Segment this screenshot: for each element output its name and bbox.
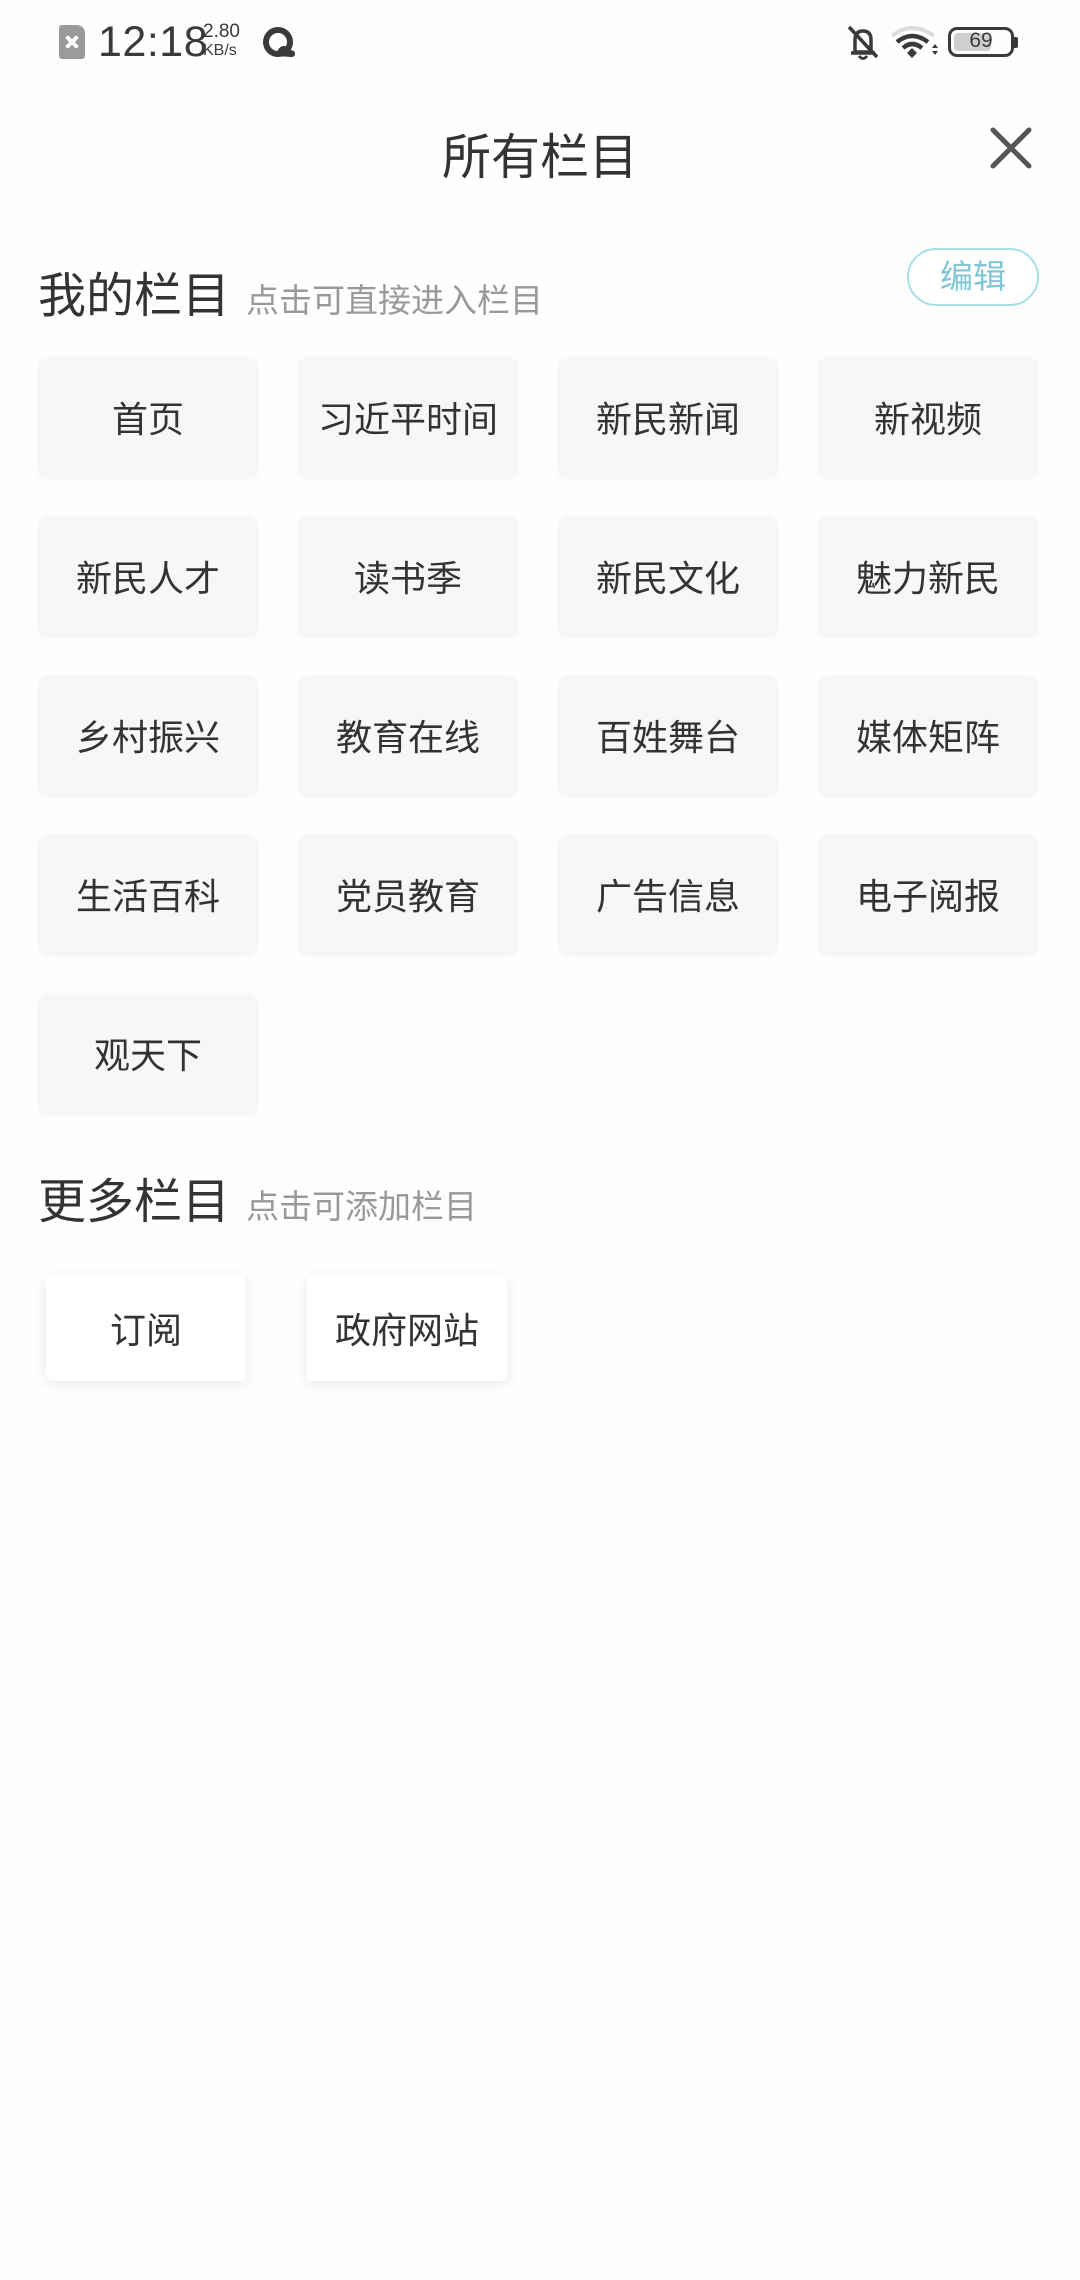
more-columns-title: 更多栏目 bbox=[38, 1174, 231, 1230]
network-speed-value: 2.80 bbox=[203, 21, 240, 42]
page-title: 所有栏目 bbox=[441, 129, 638, 186]
my-column-tile[interactable]: 新视频 bbox=[818, 357, 1038, 477]
my-column-tile[interactable]: 新民新闻 bbox=[558, 357, 778, 477]
my-column-tile[interactable]: 媒体矩阵 bbox=[818, 675, 1038, 795]
battery-level: 69 bbox=[969, 29, 993, 52]
battery-tip bbox=[1014, 37, 1018, 48]
my-column-tile[interactable]: 读书季 bbox=[298, 516, 518, 636]
edit-button[interactable]: 编辑 bbox=[907, 248, 1039, 306]
my-column-tile[interactable]: 首页 bbox=[38, 357, 258, 477]
app-notification-icon bbox=[263, 27, 295, 57]
my-column-tile[interactable]: 生活百科 bbox=[38, 834, 258, 954]
more-columns-subtitle: 点击可添加栏目 bbox=[246, 1187, 478, 1226]
my-column-tile[interactable]: 教育在线 bbox=[298, 675, 518, 795]
network-speed: 2.80 KB/s bbox=[203, 22, 240, 60]
my-columns-subtitle: 点击可直接进入栏目 bbox=[246, 281, 544, 320]
close-icon[interactable] bbox=[985, 122, 1037, 174]
my-column-tile[interactable]: 新民文化 bbox=[558, 516, 778, 636]
status-time: 12:18 bbox=[98, 18, 209, 66]
status-bar: 12:18 2.80 KB/s 69 bbox=[0, 0, 1080, 86]
my-column-tile[interactable]: 乡村振兴 bbox=[38, 675, 258, 795]
wifi-icon bbox=[890, 26, 938, 58]
battery-icon: 69 bbox=[948, 27, 1014, 57]
my-column-tile[interactable]: 电子阅报 bbox=[818, 834, 1038, 954]
my-column-tile[interactable]: 百姓舞台 bbox=[558, 675, 778, 795]
my-column-tile[interactable]: 观天下 bbox=[38, 993, 258, 1113]
bell-muted-icon bbox=[847, 25, 879, 60]
my-column-tile[interactable]: 习近平时间 bbox=[298, 357, 518, 477]
my-column-tile[interactable]: 新民人才 bbox=[38, 516, 258, 636]
network-speed-unit: KB/s bbox=[203, 42, 237, 59]
my-column-tile[interactable]: 广告信息 bbox=[558, 834, 778, 954]
my-columns-header: 我的栏目 点击可直接进入栏目 bbox=[38, 256, 543, 326]
more-column-tile[interactable]: 订阅 bbox=[46, 1275, 246, 1381]
my-columns-title: 我的栏目 bbox=[38, 268, 231, 324]
more-columns-header: 更多栏目 点击可添加栏目 bbox=[38, 1162, 477, 1232]
my-column-tile[interactable]: 党员教育 bbox=[298, 834, 518, 954]
more-column-tile[interactable]: 政府网站 bbox=[307, 1275, 507, 1381]
sim-absent-icon bbox=[59, 25, 85, 59]
my-column-tile[interactable]: 魅力新民 bbox=[818, 516, 1038, 636]
